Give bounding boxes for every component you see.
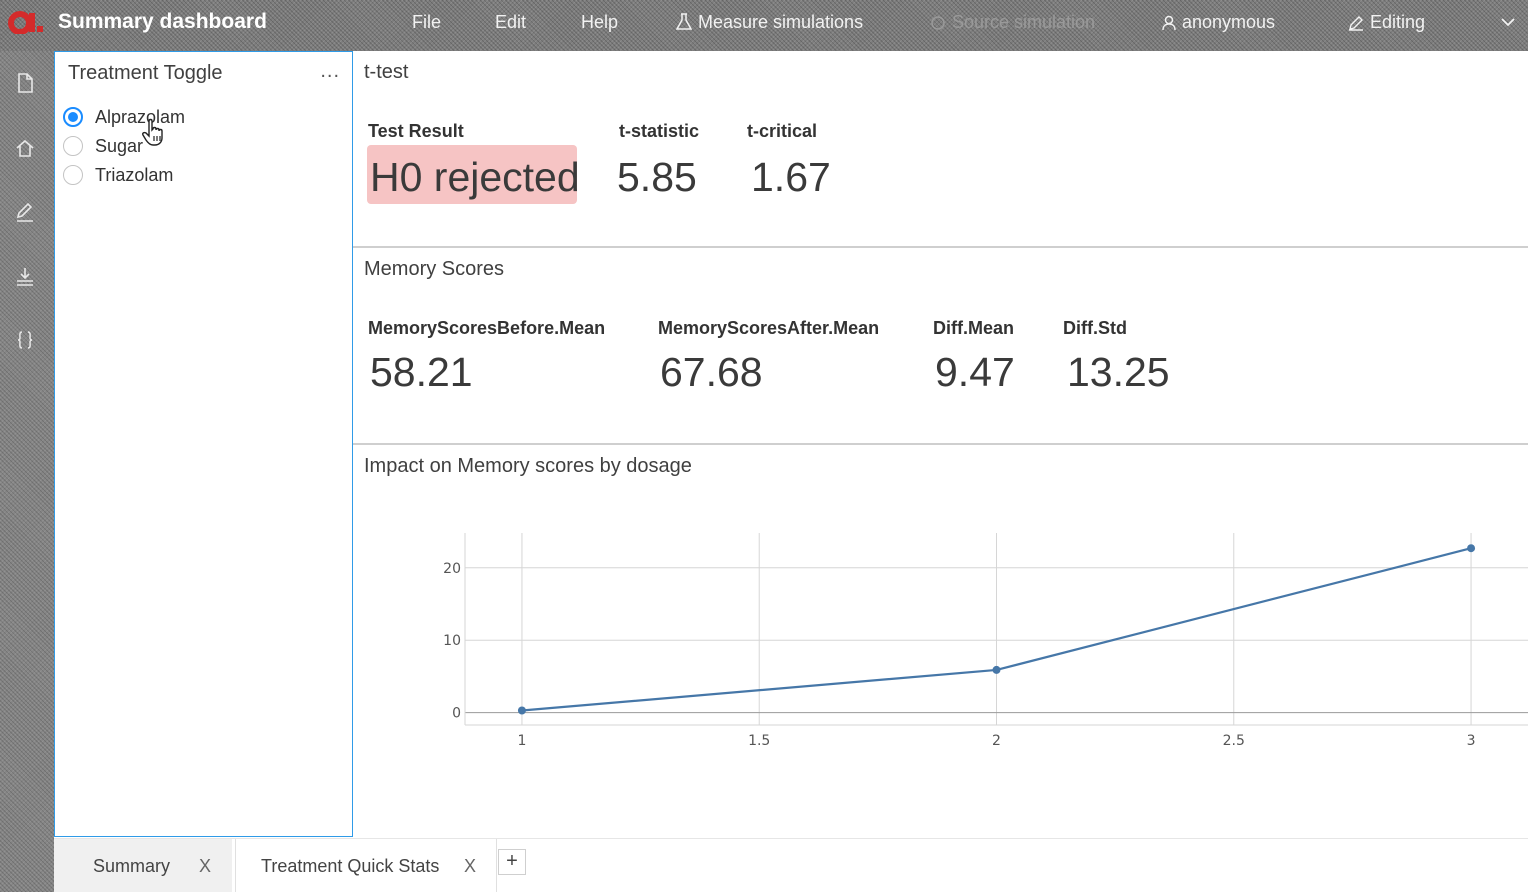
tab-close-icon[interactable]: X [464,856,476,877]
x-tick-label: 1.5 [748,733,770,749]
memory-scores-title: Memory Scores [364,258,505,280]
panel-title: Treatment Toggle [68,62,223,84]
file-icon[interactable] [14,72,36,94]
braces-icon[interactable] [14,329,36,351]
y-tick-label: 10 [443,633,461,649]
radio-label: Sugar [95,135,144,156]
menu-editing[interactable]: Editing [1348,12,1425,33]
flask-icon [676,13,692,30]
menu-measure-simulations-label: Measure simulations [698,12,864,32]
tab-summary[interactable]: Summary X [54,839,232,892]
data-point [517,706,526,715]
source-icon [931,16,945,30]
left-icon-rail [0,51,54,892]
radio-button[interactable] [63,136,83,156]
test-result-value: H0 rejected [370,154,580,200]
ttest-title: t-test [364,61,409,83]
edit-icon[interactable] [14,201,36,223]
t-critical-value: 1.67 [751,154,831,200]
diff-std-label: Diff.Std [1063,318,1127,338]
home-icon[interactable] [14,137,36,159]
x-tick-label: 1 [517,733,526,749]
menu-help-label: Help [581,12,619,32]
radio-option-triazolam[interactable]: Triazolam [63,162,173,188]
menu-file-label: File [412,12,442,32]
diff-mean-value: 9.47 [935,349,1015,395]
tab-close-icon[interactable]: X [199,856,211,877]
ttest-widget: t-test Test Result H0 rejected t-statist… [353,51,1528,247]
t-critical-label: t-critical [747,121,818,141]
import-icon[interactable] [14,265,36,287]
before-mean-label: MemoryScoresBefore.Mean [368,318,606,338]
menu-user-label: anonymous [1182,12,1276,32]
tab-label: Summary [93,855,171,876]
tab-treatment-quick-stats[interactable]: Treatment Quick Stats X [235,839,497,892]
menu-help[interactable]: Help [581,12,618,33]
pencil-icon [1349,16,1363,31]
data-point [1467,544,1476,553]
t-statistic-value: 5.85 [617,154,697,200]
data-point [992,665,1001,674]
after-mean-label: MemoryScoresAfter.Mean [658,318,880,338]
treatment-toggle-panel: Treatment Toggle ... Alprazolam Sugar Tr… [54,51,353,837]
test-result-label: Test Result [368,121,464,141]
menu-source-simulation[interactable]: Source simulation [930,12,1095,33]
x-tick-label: 2 [992,733,1001,749]
app-header: Summary dashboard File Edit Help Measure… [0,0,1528,51]
app-logo-icon[interactable] [8,10,44,34]
hand-cursor-icon [142,118,163,146]
y-tick-label: 0 [452,706,461,722]
radio-label: Triazolam [95,164,174,185]
panel-menu-button[interactable]: ... [320,60,340,83]
menu-source-simulation-label: Source simulation [952,12,1096,32]
x-tick-label: 2.5 [1223,733,1245,749]
diff-std-value: 13.25 [1067,349,1170,395]
user-icon [1162,15,1176,31]
add-tab-button[interactable]: + [498,849,526,875]
after-mean-value: 67.68 [660,349,763,395]
menu-measure-simulations[interactable]: Measure simulations [676,12,863,33]
x-tick-label: 3 [1467,733,1476,749]
t-statistic-label: t-statistic [619,121,700,141]
before-mean-value: 58.21 [370,349,473,395]
menu-edit-label: Edit [495,12,527,32]
menu-file[interactable]: File [412,12,441,33]
tab-label: Treatment Quick Stats [261,855,440,876]
diff-mean-label: Diff.Mean [933,318,1014,338]
radio-option-sugar[interactable]: Sugar [63,133,143,159]
line-chart[interactable]: 1 1.5 2 2.5 3 0 10 20 [353,445,1528,837]
y-tick-label: 20 [443,561,461,577]
menu-editing-label: Editing [1370,12,1426,32]
app-title: Summary dashboard [58,10,267,33]
menu-user[interactable]: anonymous [1162,12,1275,33]
impact-chart-widget: Impact on Memory scores by dosage 1 1.5 2 2… [353,445,1528,837]
tab-bar: Summary X Treatment Quick Stats X + [54,838,1528,892]
radio-button[interactable] [63,165,83,185]
radio-button[interactable] [63,107,83,127]
menu-edit[interactable]: Edit [495,12,526,33]
chevron-down-icon[interactable] [1500,14,1516,30]
memory-scores-widget: Memory Scores MemoryScoresBefore.Mean 58… [353,248,1528,443]
